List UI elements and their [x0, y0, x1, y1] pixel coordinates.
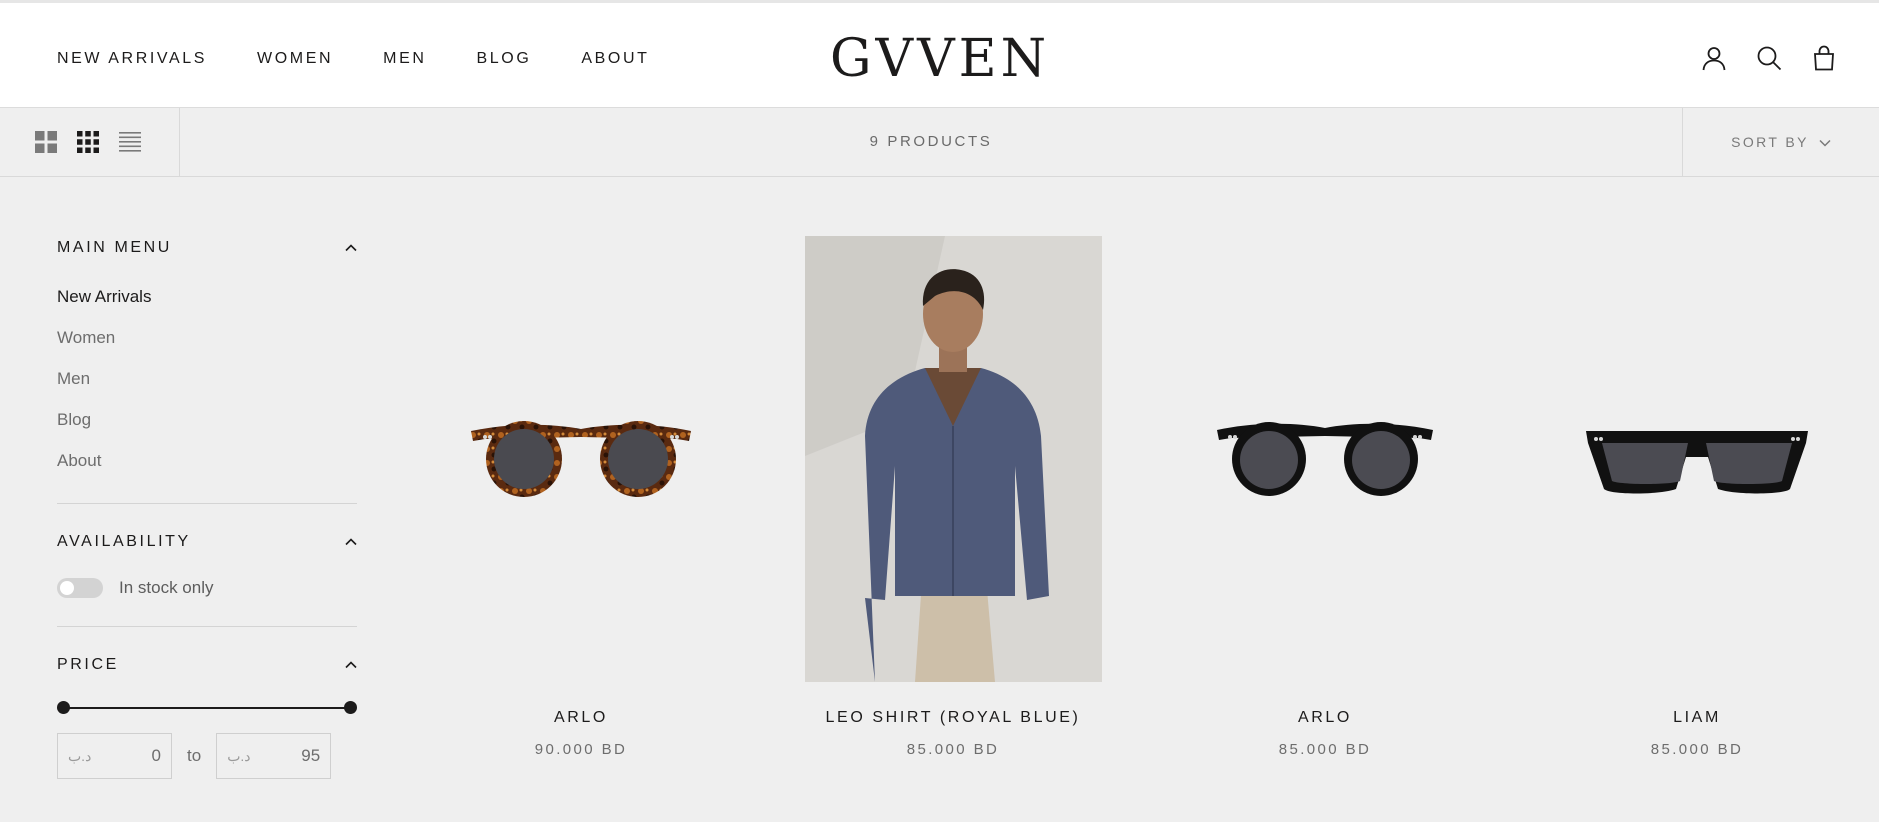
- price-header[interactable]: PRICE: [57, 656, 357, 674]
- sort-by-label: SORT BY: [1731, 134, 1809, 150]
- price-min-input[interactable]: د.ب 0: [57, 733, 172, 779]
- search-icon[interactable]: [1754, 43, 1784, 73]
- chevron-up-icon: [345, 533, 357, 551]
- price-to-label: to: [187, 746, 202, 765]
- layout-switch: [0, 108, 180, 176]
- main-nav: NEW ARRIVALS WOMEN MEN BLOG ABOUT: [57, 50, 700, 68]
- in-stock-label: In stock only: [119, 578, 214, 597]
- in-stock-toggle[interactable]: [57, 578, 103, 598]
- collection-toolbar: 9 PRODUCTS SORT BY: [0, 108, 1879, 177]
- black-square-sunglasses-icon: [1586, 431, 1808, 494]
- main-menu-header[interactable]: MAIN MENU: [57, 239, 357, 257]
- nav-about[interactable]: ABOUT: [581, 50, 649, 68]
- price-max-handle[interactable]: [344, 701, 357, 714]
- availability-title: AVAILABILITY: [57, 533, 191, 550]
- currency-symbol: د.ب: [68, 747, 92, 764]
- availability-group: AVAILABILITY In stock only: [57, 504, 357, 627]
- product-price: 85.000 BD: [1650, 741, 1744, 758]
- price-group: PRICE د.ب 0 to د.ب 95: [57, 627, 357, 779]
- list-icon[interactable]: [118, 130, 142, 154]
- price-max-value: 95: [301, 746, 321, 765]
- product-title[interactable]: ARLO: [1139, 709, 1511, 727]
- product-price: 85.000 BD: [1278, 741, 1372, 758]
- menu-item-men[interactable]: Men: [57, 358, 357, 399]
- nav-men[interactable]: MEN: [383, 50, 426, 68]
- menu-item-about[interactable]: About: [57, 440, 357, 481]
- chevron-up-icon: [345, 239, 357, 257]
- toggle-knob: [60, 581, 74, 595]
- price-max-input[interactable]: د.ب 95: [216, 733, 332, 779]
- account-icon[interactable]: [1699, 43, 1729, 73]
- grid-large-icon[interactable]: [34, 130, 58, 154]
- tortoise-round-sunglasses-icon: [471, 421, 691, 497]
- price-range-slider: [57, 701, 357, 715]
- cart-icon[interactable]: [1809, 43, 1839, 73]
- price-min-handle[interactable]: [57, 701, 70, 714]
- price-min-value: 0: [151, 746, 161, 765]
- price-range-track: [63, 707, 351, 709]
- product-image[interactable]: [767, 236, 1139, 682]
- currency-symbol: د.ب: [227, 747, 251, 764]
- product-count: 9 PRODUCTS: [869, 133, 993, 150]
- price-inputs: د.ب 0 to د.ب 95: [57, 733, 357, 779]
- nav-women[interactable]: WOMEN: [257, 50, 333, 68]
- product-title[interactable]: ARLO: [395, 709, 767, 727]
- product-title[interactable]: LIAM: [1511, 709, 1879, 727]
- site-header: NEW ARRIVALS WOMEN MEN BLOG ABOUT GVVEN: [0, 0, 1879, 108]
- in-stock-row: In stock only: [57, 578, 357, 598]
- man-in-blue-shirt-photo: [804, 236, 1102, 682]
- main-menu-list: New Arrivals Women Men Blog About: [57, 276, 357, 481]
- nav-blog[interactable]: BLOG: [477, 50, 532, 68]
- main-menu-group: MAIN MENU New Arrivals Women Men Blog Ab…: [57, 177, 357, 504]
- menu-item-blog[interactable]: Blog: [57, 399, 357, 440]
- product-price: 90.000 BD: [534, 741, 628, 758]
- filters-sidebar: MAIN MENU New Arrivals Women Men Blog Ab…: [57, 177, 357, 779]
- chevron-down-icon: [1819, 134, 1831, 150]
- sort-by-button[interactable]: SORT BY: [1682, 108, 1879, 176]
- grid-small-icon[interactable]: [76, 130, 100, 154]
- availability-header[interactable]: AVAILABILITY: [57, 533, 357, 551]
- header-actions: [1674, 43, 1839, 73]
- nav-new-arrivals[interactable]: NEW ARRIVALS: [57, 50, 207, 68]
- price-title: PRICE: [57, 656, 119, 673]
- black-round-sunglasses-icon: [1217, 422, 1433, 496]
- menu-item-women[interactable]: Women: [57, 317, 357, 358]
- product-image[interactable]: [1511, 236, 1879, 682]
- product-image[interactable]: [1139, 236, 1511, 682]
- site-logo[interactable]: GVVEN: [830, 31, 1050, 87]
- product-title[interactable]: LEO SHIRT (ROYAL BLUE): [767, 709, 1139, 727]
- menu-item-new-arrivals[interactable]: New Arrivals: [57, 276, 357, 317]
- chevron-up-icon: [345, 656, 357, 674]
- main-menu-title: MAIN MENU: [57, 239, 172, 256]
- product-image[interactable]: [395, 236, 767, 682]
- product-price: 85.000 BD: [906, 741, 1000, 758]
